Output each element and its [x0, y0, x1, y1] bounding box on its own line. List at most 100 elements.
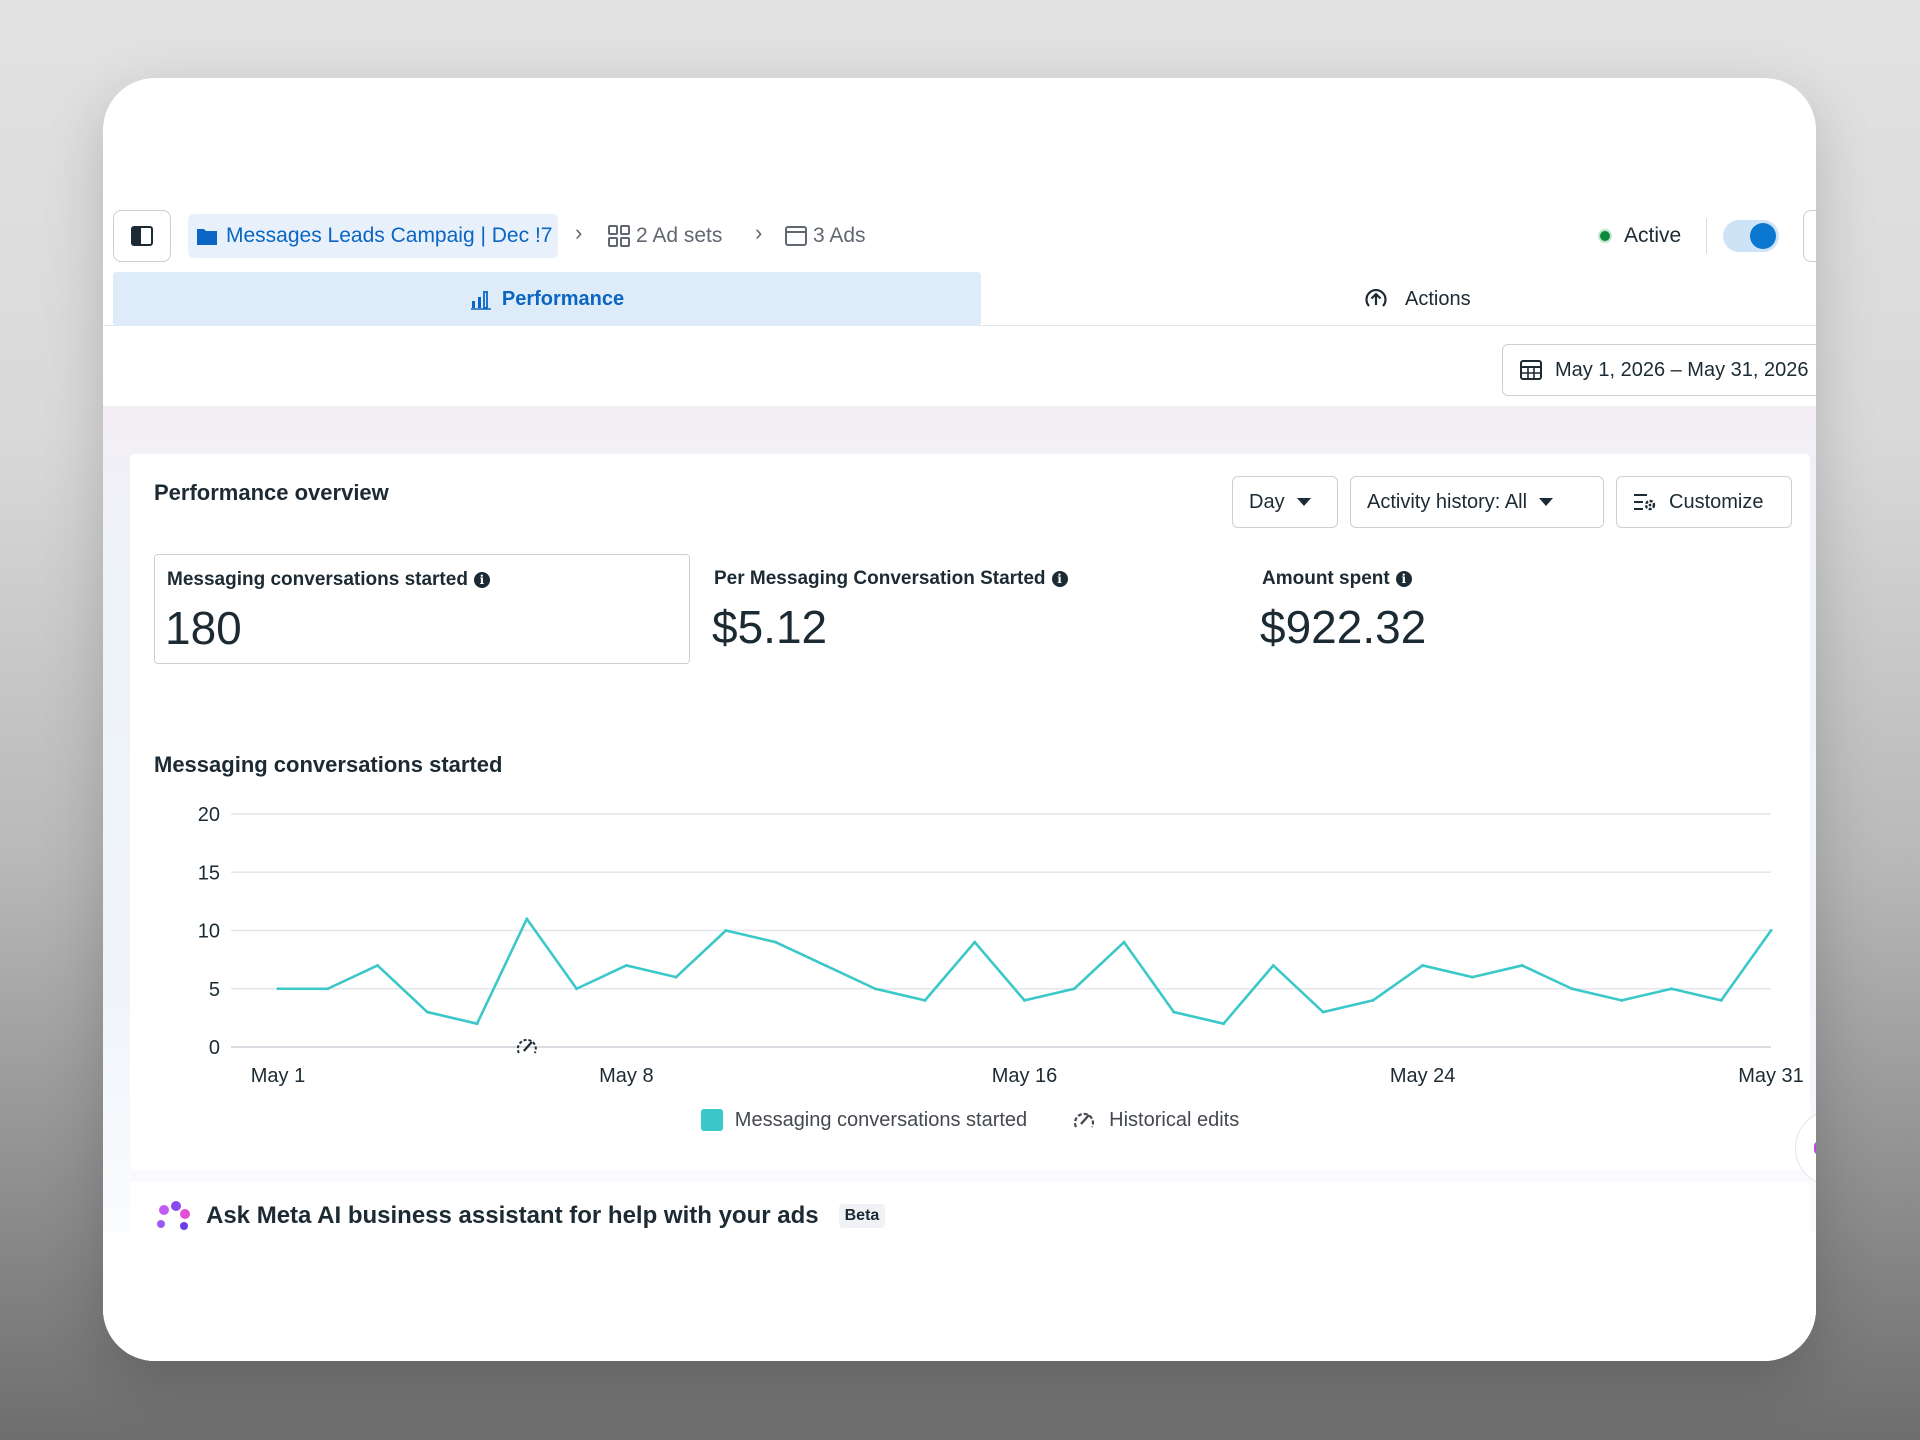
- data-point: [1371, 998, 1375, 1002]
- info-icon[interactable]: i: [1051, 571, 1068, 587]
- breadcrumb-adsets[interactable]: 2 Ad sets: [608, 214, 722, 258]
- beta-badge: Beta: [838, 1204, 886, 1228]
- data-point: [376, 963, 380, 967]
- caret-down-icon: [1296, 498, 1311, 506]
- metric-value: $922.32: [1260, 601, 1427, 653]
- data-point: [823, 963, 827, 967]
- tab-bar: Performance Actions: [103, 272, 1816, 326]
- x-tick-label: May 8: [599, 1065, 653, 1087]
- data-point: [1520, 963, 1524, 967]
- status-indicator: Active: [1598, 214, 1681, 258]
- legend-label: Historical edits: [1109, 1108, 1240, 1131]
- metric-amount-spent[interactable]: Amount spent i $922.32: [1250, 554, 1780, 664]
- data-point: [1023, 998, 1026, 1002]
- data-point: [425, 1010, 429, 1014]
- app-window: Messages Leads Campaig | Dec !7 › 2 Ad s…: [103, 78, 1816, 1361]
- metric-label: Messaging conversations started: [167, 569, 468, 590]
- y-tick-label: 10: [198, 921, 220, 943]
- chart-legend: Messaging conversations started Historic…: [130, 1108, 1810, 1132]
- data-point: [674, 975, 678, 979]
- breadcrumb-ads-label: 3 Ads: [813, 224, 866, 247]
- line-chart: 0 5 10 15 20 May 1 May 8 May 16 May 24 May 31: [130, 784, 1810, 1104]
- data-point: [1321, 1010, 1325, 1014]
- metric-cost-per-conversation[interactable]: Per Messaging Conversation Started i $5.1…: [702, 554, 1232, 664]
- ad-icon: [785, 226, 807, 246]
- folder-icon: [197, 229, 217, 245]
- chevron-right-icon: ›: [755, 220, 763, 245]
- assistant-title: Ask Meta AI business assistant for help …: [206, 1202, 819, 1229]
- status-dot-icon: [1598, 229, 1612, 243]
- legend-item-historical-edits[interactable]: Historical edits: [1071, 1108, 1239, 1132]
- breadcrumb-campaign-label: Messages Leads Campaig | Dec !7: [226, 224, 553, 247]
- info-icon[interactable]: i: [1395, 571, 1412, 587]
- arrow-up-circle-icon: [1365, 288, 1387, 307]
- meta-ai-icon: [1814, 1141, 1816, 1155]
- data-point: [1122, 940, 1126, 944]
- data-point: [923, 998, 927, 1002]
- data-point: [973, 940, 977, 944]
- date-range-picker[interactable]: May 1, 2026 – May 31, 2026: [1502, 344, 1816, 396]
- data-point: [276, 987, 280, 991]
- data-point: [1222, 1022, 1226, 1026]
- x-tick-label: May 24: [1390, 1065, 1456, 1087]
- tab-performance-label: Performance: [501, 287, 625, 310]
- card-title: Performance overview: [154, 480, 389, 505]
- data-point: [1172, 1010, 1176, 1014]
- data-point: [1072, 987, 1076, 991]
- x-tick-label: May 1: [251, 1065, 305, 1087]
- breadcrumb-ads[interactable]: 3 Ads: [785, 214, 866, 258]
- activity-history-label: Activity history: All: [1367, 490, 1528, 513]
- breadcrumb-bar: Messages Leads Campaig | Dec !7 › 2 Ad s…: [103, 206, 1816, 262]
- metric-value: 180: [165, 602, 242, 654]
- data-point: [475, 1022, 479, 1026]
- data-point: [1669, 987, 1673, 991]
- data-point: [873, 987, 877, 991]
- legend-item-conversations[interactable]: Messaging conversations started: [700, 1108, 1028, 1132]
- metric-label: Amount spent: [1262, 568, 1390, 589]
- meta-ai-icon: [157, 1201, 190, 1230]
- caret-down-icon: [1539, 498, 1554, 506]
- breadcrumb-adsets-label: 2 Ad sets: [636, 224, 723, 247]
- metric-label: Per Messaging Conversation Started: [714, 568, 1046, 589]
- granularity-dropdown[interactable]: Day: [1232, 476, 1338, 528]
- historical-edit-icon: [1074, 1112, 1095, 1128]
- more-button[interactable]: [1803, 210, 1816, 262]
- data-point: [724, 929, 728, 932]
- data-point: [1620, 998, 1624, 1002]
- data-point: [1719, 998, 1723, 1002]
- chevron-right-icon: ›: [575, 220, 583, 245]
- data-point: [1271, 963, 1275, 967]
- tab-actions-label: Actions: [1405, 287, 1471, 310]
- tab-actions[interactable]: Actions: [1363, 272, 1471, 326]
- data-point: [575, 987, 579, 991]
- info-icon[interactable]: i: [473, 572, 490, 588]
- legend-label: Messaging conversations started: [734, 1108, 1028, 1131]
- breadcrumb-campaign[interactable]: Messages Leads Campaig | Dec !7: [188, 214, 559, 258]
- data-point: [774, 940, 778, 944]
- y-tick-label: 0: [209, 1037, 220, 1059]
- customize-button[interactable]: Customize: [1616, 476, 1792, 528]
- tab-performance[interactable]: Performance: [113, 272, 981, 326]
- x-tick-label: May 16: [992, 1065, 1058, 1087]
- performance-overview-card: Performance overview Day Activity histor…: [130, 454, 1810, 1170]
- legend-swatch: [700, 1109, 723, 1131]
- chart-title: Messaging conversations started: [154, 752, 503, 777]
- customize-label: Customize: [1669, 490, 1764, 513]
- activity-history-dropdown[interactable]: Activity history: All: [1350, 476, 1604, 528]
- divider: [1706, 218, 1707, 254]
- toggle-sidebar-button[interactable]: [113, 210, 171, 262]
- granularity-label: Day: [1249, 490, 1285, 513]
- series-line: [278, 917, 1773, 1025]
- grid-icon: [608, 225, 630, 247]
- calendar-icon: [1520, 360, 1542, 380]
- active-toggle[interactable]: [1723, 220, 1779, 252]
- customize-icon: [1634, 494, 1656, 511]
- data-point: [624, 963, 628, 967]
- sidebar-icon: [131, 226, 153, 246]
- metric-conversations[interactable]: Messaging conversations started i 180: [154, 554, 690, 664]
- y-tick-label: 15: [198, 862, 220, 884]
- bar-chart-icon: [470, 291, 491, 310]
- data-point: [1769, 929, 1773, 932]
- metric-value: $5.12: [712, 601, 828, 653]
- line-chart-svg: 0 5 10 15 20 May 1 May 8 May 16 May 24 May 31: [198, 804, 1804, 1087]
